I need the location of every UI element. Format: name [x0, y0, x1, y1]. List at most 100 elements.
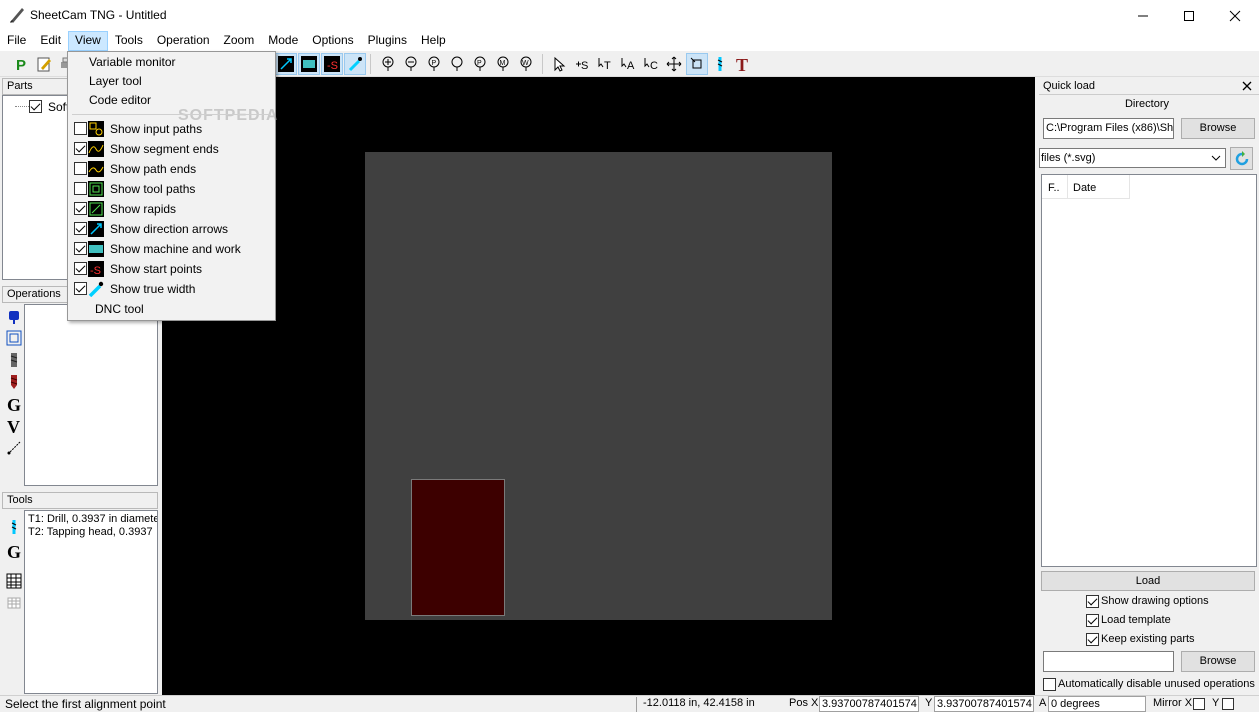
menu-item-variable-monitor[interactable]: Variable monitor — [68, 52, 275, 72]
menu-tools[interactable]: Tools — [108, 31, 150, 51]
svg-text:T: T — [604, 60, 611, 72]
template-input[interactable] — [1043, 651, 1174, 672]
start-points-button[interactable]: -S — [321, 53, 343, 75]
zoom-out-button[interactable] — [400, 53, 422, 75]
keep-existing-parts-checkbox[interactable] — [1086, 633, 1099, 646]
load-button[interactable]: Load — [1041, 571, 1255, 591]
text-tool-button[interactable]: T — [594, 53, 616, 75]
text-button[interactable]: T — [732, 53, 754, 75]
tool-item[interactable]: T2: Tapping head, 0.3937 — [28, 526, 153, 538]
menu-view[interactable]: View — [68, 31, 108, 51]
plasma-op-button[interactable] — [5, 308, 23, 326]
tool-table-disabled-button[interactable] — [5, 594, 23, 612]
close-panel-icon[interactable] — [1242, 81, 1252, 91]
new-drill-tool-button[interactable] — [5, 518, 23, 536]
drill-button[interactable] — [709, 53, 731, 75]
zoom-work-button[interactable]: W — [515, 53, 537, 75]
column-divider — [1067, 175, 1068, 199]
show-drawing-options-checkbox[interactable] — [1086, 595, 1099, 608]
menu-file[interactable]: File — [0, 31, 33, 51]
select-button[interactable] — [548, 53, 570, 75]
quick-load-panel: Quick load Directory C:\Program Files (x… — [1039, 77, 1259, 695]
tool-table-button[interactable] — [5, 572, 23, 590]
menu-operation[interactable]: Operation — [150, 31, 217, 51]
menu-item-code-editor[interactable]: Code editor — [68, 90, 275, 110]
menu-item-show-rapids[interactable]: Show rapids — [68, 199, 275, 219]
true-width-button[interactable] — [344, 53, 366, 75]
directory-browse-button[interactable]: Browse — [1181, 118, 1255, 139]
zoom-sheet-button[interactable]: P — [469, 53, 491, 75]
direction-arrows-menu-icon — [88, 221, 104, 237]
menu-edit[interactable]: Edit — [33, 31, 68, 51]
mirror-y-checkbox[interactable] — [1222, 698, 1234, 710]
menu-item-show-true-width[interactable]: Show true width — [68, 279, 275, 299]
start-points-menu-icon: -S — [88, 261, 104, 277]
drill-op-button[interactable] — [5, 373, 23, 391]
part-outline[interactable] — [411, 479, 505, 616]
menu-item-show-start-points[interactable]: -S Show start points — [68, 259, 275, 279]
menu-item-show-tool-paths[interactable]: Show tool paths — [68, 179, 275, 199]
pos-x-field[interactable]: 3.93700787401574 — [819, 696, 919, 712]
tool-item[interactable]: T1: Drill, 0.3937 in diamete — [28, 513, 157, 525]
menu-item-show-input-paths[interactable]: Show input paths — [68, 119, 275, 139]
pos-y-field[interactable]: 3.93700787401574 — [934, 696, 1034, 712]
move-op-button[interactable] — [5, 439, 23, 457]
tools-list[interactable]: T1: Drill, 0.3937 in diamete T2: Tapping… — [24, 510, 158, 694]
column-header-file[interactable]: F.. — [1048, 182, 1060, 194]
zoom-in-button[interactable] — [377, 53, 399, 75]
machine-work-button[interactable] — [298, 53, 320, 75]
title-bar: SheetCam TNG - Untitled — [0, 0, 1259, 31]
contour-op-button[interactable] — [5, 351, 23, 369]
direction-arrows-button[interactable] — [275, 53, 297, 75]
menu-item-show-path-ends[interactable]: Show path ends — [68, 159, 275, 179]
close-button[interactable] — [1212, 0, 1258, 31]
load-template-checkbox[interactable] — [1086, 614, 1099, 627]
part-button[interactable]: P — [10, 53, 32, 75]
operations-list[interactable] — [24, 304, 158, 486]
menu-options[interactable]: Options — [305, 31, 360, 51]
gcode-op-button[interactable]: G — [5, 395, 23, 413]
file-list[interactable]: F.. Date — [1041, 174, 1257, 567]
toggle-checkbox — [74, 122, 87, 135]
maximize-button[interactable] — [1166, 0, 1212, 31]
column-header-date[interactable]: Date — [1073, 182, 1096, 194]
angle-tool-button[interactable]: A — [617, 53, 639, 75]
menu-item-show-direction-arrows[interactable]: Show direction arrows — [68, 219, 275, 239]
minimize-button[interactable] — [1120, 0, 1166, 31]
mirror-x-checkbox[interactable] — [1193, 698, 1205, 710]
zoom-machine-button[interactable]: M — [492, 53, 514, 75]
vcarve-op-button[interactable]: V — [5, 417, 23, 435]
menu-help[interactable]: Help — [414, 31, 453, 51]
pocket-op-button[interactable] — [5, 329, 23, 347]
template-browse-button[interactable]: Browse — [1181, 651, 1255, 672]
refresh-button[interactable] — [1230, 147, 1253, 170]
menu-item-dnc-tool[interactable]: DNC tool — [68, 299, 275, 319]
cursor-coordinates: -12.0118 in, 42.4158 in — [643, 697, 755, 709]
menu-item-show-machine-and-work[interactable]: Show machine and work — [68, 239, 275, 259]
file-filter-select[interactable]: files (*.svg) — [1039, 148, 1226, 168]
zoom-all-button[interactable] — [446, 53, 468, 75]
center-tool-button[interactable]: C — [640, 53, 662, 75]
align-button[interactable] — [686, 53, 708, 75]
mirror-y-label: Y — [1212, 697, 1220, 709]
directory-label: Directory — [1124, 98, 1169, 110]
zoom-part-button[interactable]: P — [423, 53, 445, 75]
menu-mode[interactable]: Mode — [261, 31, 305, 51]
set-start-button[interactable]: S — [571, 53, 593, 75]
drawing-canvas[interactable] — [162, 77, 1035, 695]
auto-disable-checkbox[interactable] — [1043, 678, 1056, 691]
edit-part-button[interactable] — [33, 53, 55, 75]
path-ends-icon — [88, 161, 104, 177]
menu-bar: File Edit View Tools Operation Zoom Mode… — [0, 31, 1259, 51]
menu-zoom[interactable]: Zoom — [217, 31, 262, 51]
new-gcode-tool-button[interactable]: G — [5, 542, 23, 560]
directory-input[interactable]: C:\Program Files (x86)\She — [1043, 118, 1174, 139]
menu-item-layer-tool[interactable]: Layer tool — [68, 71, 275, 91]
angle-field[interactable]: 0 degrees — [1048, 696, 1146, 712]
menu-plugins[interactable]: Plugins — [361, 31, 414, 51]
part-checkbox[interactable] — [29, 100, 42, 113]
move-button[interactable] — [663, 53, 685, 75]
table-disabled-icon — [7, 597, 21, 609]
view-menu-dropdown: SOFTPEDIA Variable monitor Layer tool Co… — [67, 51, 278, 321]
menu-item-show-segment-ends[interactable]: Show segment ends — [68, 139, 275, 159]
